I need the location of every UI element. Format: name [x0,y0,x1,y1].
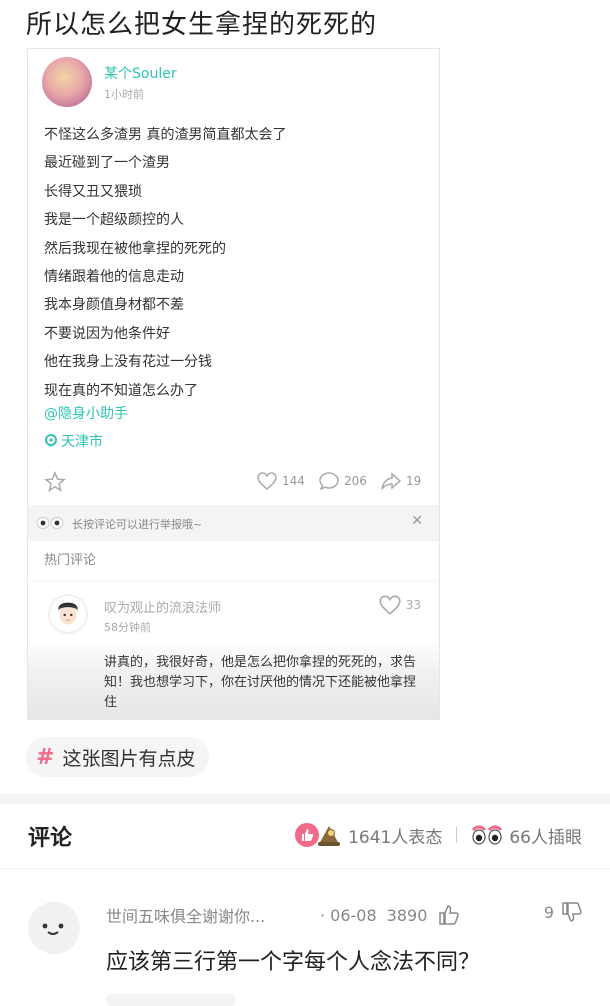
close-icon[interactable]: ✕ [411,513,423,529]
location-pin-icon [45,434,57,447]
commenter-name: 叹为观止的流浪法师 [104,601,222,616]
post-line: 不怪这么多渣男 真的渣男简直都太会了 [44,127,287,143]
like-stat: 144 [256,471,305,491]
mention-link: @隐身小助手 [44,406,128,422]
post-line: 情绪跟着他的信息走动 [44,268,184,285]
post-line: 现在真的不知道怎么办了 [44,382,198,399]
thumbs-up-icon[interactable] [437,903,461,927]
thumbs-down-icon [562,902,582,922]
comment-like-count: 3890 [386,905,428,925]
page-title: 所以怎么把女生拿捏的死死的 [26,10,378,40]
comment-text: 讲真的，我很好奇，他是怎么把你拿捏的死死的，求告知！我也想学习下，你在讨厌他的情… [104,655,417,710]
like-count: 144 [282,474,305,488]
comment-count: 206 [344,474,367,488]
topic-tag-label: 这张图片有点皮 [62,747,196,770]
comments-heading: 评论 [28,826,73,851]
comment-like-count: 33 [405,598,421,612]
smiley-icon [42,923,64,935]
comment-date: · 06-08 [320,905,377,925]
notice-text: 长按评论可以进行举报哦~ [72,518,203,531]
location-text: 天津市 [61,434,103,450]
post-actions: 144 206 19 [28,467,439,497]
comment-dislike[interactable]: 9 [544,900,584,924]
hat-badge-icon [318,826,341,846]
comment-bubble-icon [319,472,339,491]
post-line: 长得又丑又猥琐 [44,183,142,200]
post-body: 不怪这么多渣男 真的渣男简直都太会了 最近碰到了一个渣男 长得又丑又猥琐 我是一… [44,121,434,405]
comment-like: 33 [378,594,421,616]
eyes-icon [472,825,503,845]
hashtag-icon: # [36,744,55,770]
share-arrow-icon [381,472,402,490]
embedded-post-screenshot[interactable]: 某个Souler 1小时前 不怪这么多渣男 真的渣男简直都太会了 最近碰到了一个… [27,48,440,720]
post-line: 最近碰到了一个渣男 [44,155,170,172]
commenter-avatar [48,594,88,634]
post-line: 他在我身上没有花过一分钱 [44,354,212,371]
insert-eye-count: 66人插眼 [509,827,582,848]
reactions-summary[interactable]: 1641人表态 66人插眼 [294,822,582,848]
separator [456,827,458,843]
post-username: 某个Souler [104,66,177,82]
comment-dislike-count: 9 [543,902,554,922]
comment-meta: · 06-08 3890 [320,903,461,927]
comment-stat: 206 [318,471,367,491]
section-divider [0,794,610,804]
reactions-count: 1641人表态 [348,827,443,848]
topic-tag[interactable]: # 这张图片有点皮 [26,737,210,777]
heart-icon [257,472,277,490]
post-line: 不要说因为他条件好 [44,325,170,342]
post-time: 1小时前 [104,88,144,101]
star-icon [44,471,66,493]
post-line: 然后我现在被他拿捏的死死的 [44,240,226,257]
post-line: 我本身颜值身材都不差 [44,297,184,314]
share-stat: 19 [380,471,421,491]
comment-text: 应该第三行第一个字每个人念法不同？ [106,950,481,975]
post-line: 我是一个超级颜控的人 [44,212,184,229]
next-content-peek [106,994,236,1006]
share-count: 19 [406,474,422,488]
comment-author[interactable]: 世间五味俱全谢谢你... [106,903,265,927]
divider [28,579,439,583]
eyes-icon [36,517,64,529]
hot-comments-label: 热门评论 [44,553,97,568]
report-notice: 长按评论可以进行举报哦~ ✕ [28,505,439,541]
heart-icon [379,595,401,615]
divider [0,868,610,869]
blurred-avatar [42,57,92,107]
comment-avatar[interactable] [28,902,80,954]
location-tag: 天津市 [44,431,103,451]
comment-time: 58分钟前 [104,621,151,634]
